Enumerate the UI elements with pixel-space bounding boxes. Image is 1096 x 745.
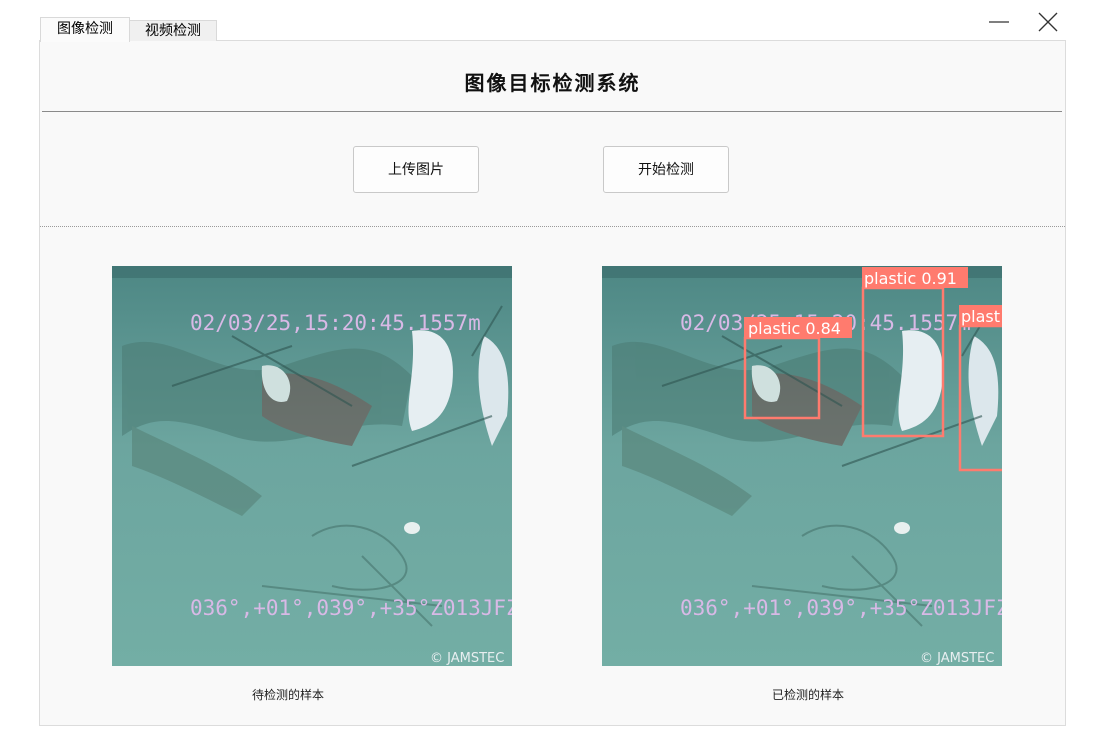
title-divider [42, 111, 1062, 112]
overlay-coordinates: 036°,+01°,039°,+35°Z013JFZ7 [680, 596, 1002, 620]
minimize-button[interactable] [985, 8, 1013, 36]
close-icon [1038, 12, 1058, 32]
source-image: 02/03/25,15:20:45.1557m 036°,+01°,039°,+… [112, 266, 512, 666]
watermark: © JAMSTEC [430, 651, 504, 666]
detection-label: plastic 0.91 [864, 269, 957, 288]
tab-image-detection[interactable]: 图像检测 [40, 17, 130, 42]
minimize-icon [989, 21, 1009, 23]
image-detection-panel: 图像目标检测系统 上传图片 开始检测 02/03/25,15:20:45.155… [39, 40, 1066, 726]
tab-video-detection[interactable]: 视频检测 [129, 20, 217, 41]
page-title: 图像目标检测系统 [464, 71, 641, 95]
section-divider [40, 226, 1065, 227]
start-detection-button[interactable]: 开始检测 [603, 146, 729, 193]
upload-image-button[interactable]: 上传图片 [353, 146, 479, 193]
result-image-caption: 已检测的样本 [771, 688, 844, 702]
overlay-coordinates: 036°,+01°,039°,+35°Z013JFZ7 [190, 596, 512, 620]
detection-label: plastic 0.84 [748, 319, 841, 338]
source-image-caption: 待检测的样本 [251, 688, 324, 702]
overlay-timestamp: 02/03/25,15:20:45.1557m [190, 311, 481, 335]
result-image: 02/03/25,15:20:45.1557m 036°,+01°,039°,+… [602, 266, 1002, 666]
watermark: © JAMSTEC [920, 651, 994, 666]
close-button[interactable] [1034, 8, 1062, 36]
app-window: 图像检测 视频检测 图像目标检测系统 上传图片 开始检测 02/03/25,15… [0, 0, 1096, 745]
detection-label: plast [961, 307, 1000, 326]
